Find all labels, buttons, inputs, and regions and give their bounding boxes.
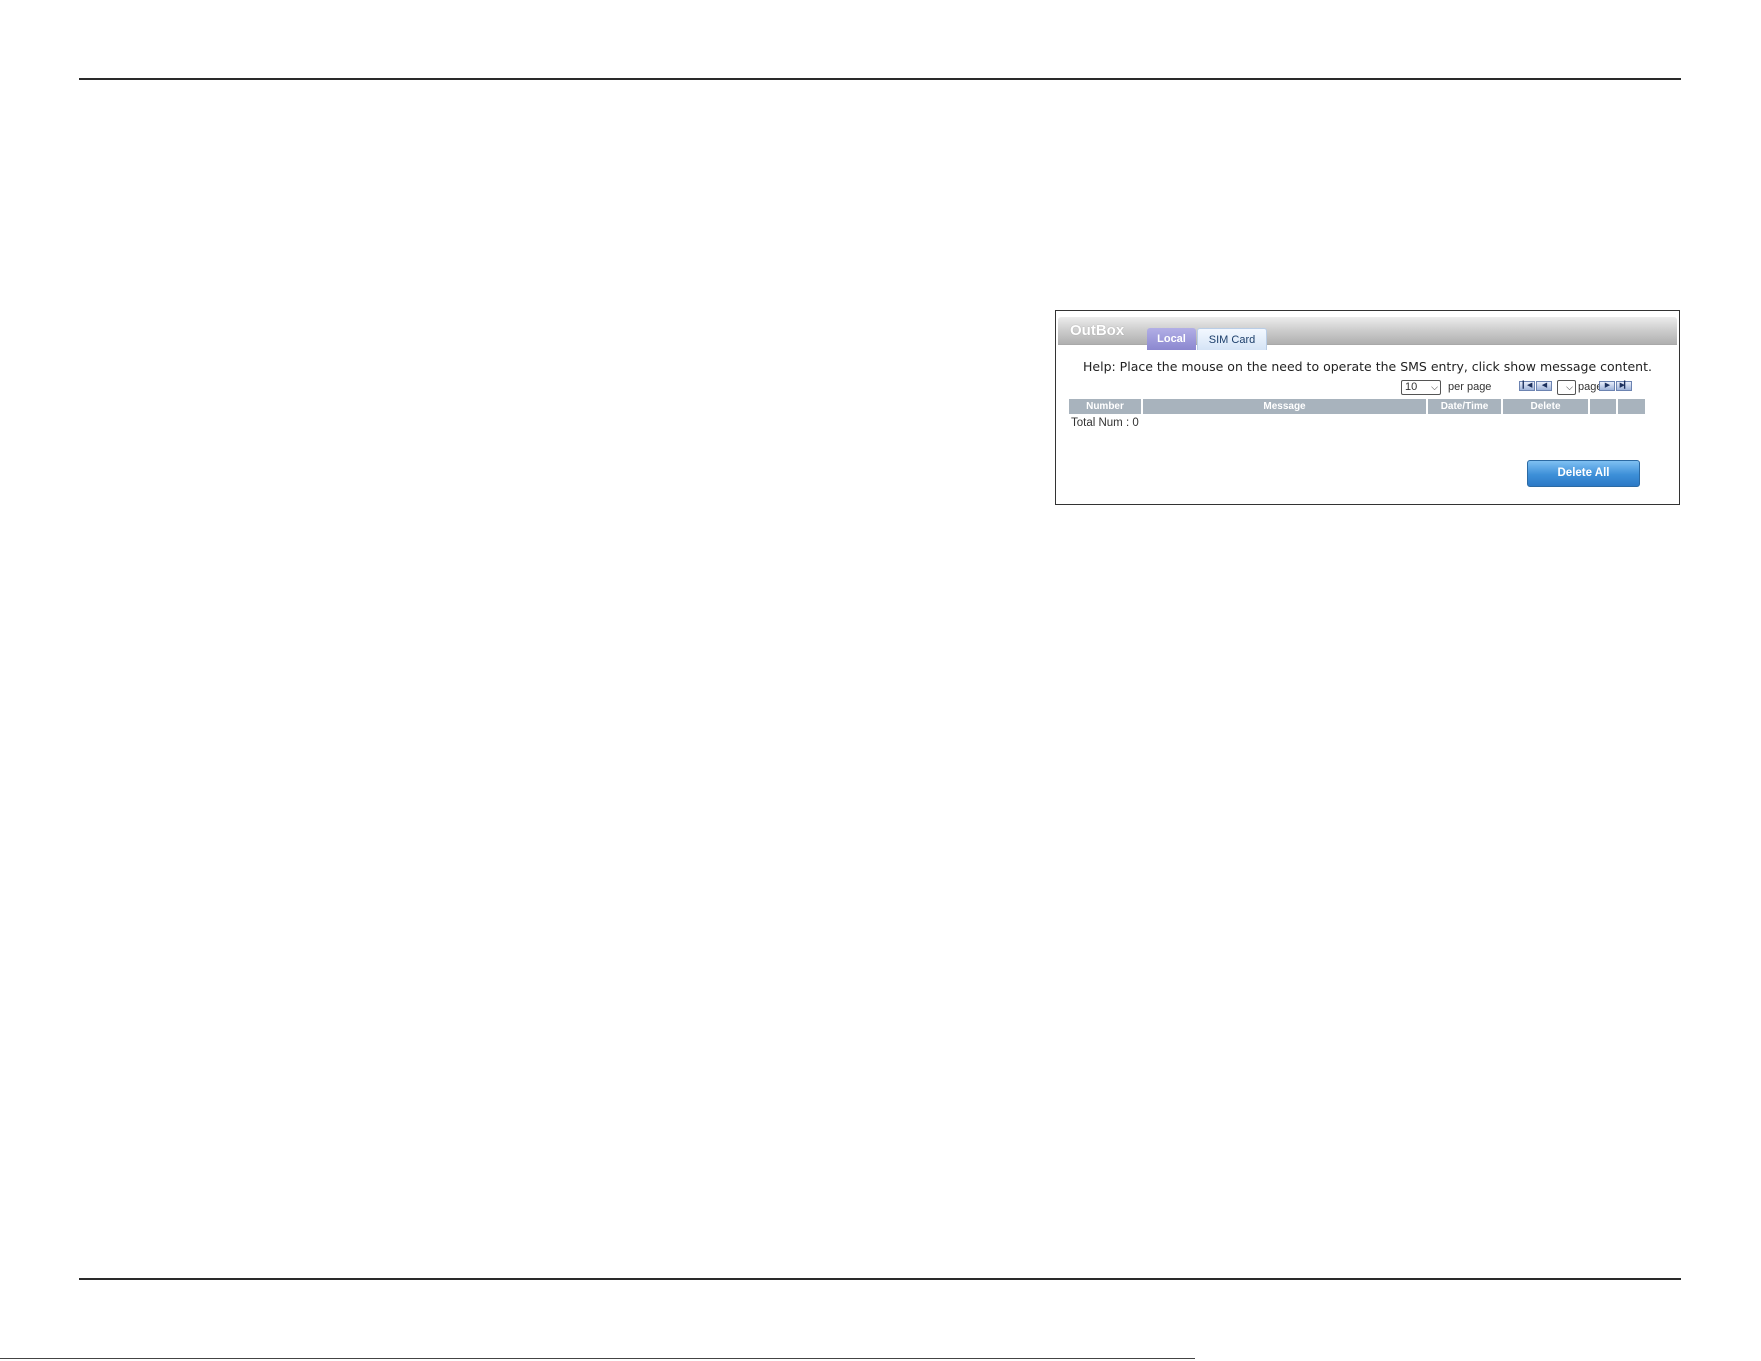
chevron-down-icon: ⌵ [1566,382,1573,392]
footer-rule [0,1358,1195,1359]
outbox-tab-bar: OutBox Local SIM Card [1058,317,1677,350]
page-select[interactable]: ⌵ [1557,380,1576,395]
first-page-icon[interactable]: ▎◀ [1519,381,1535,391]
chevron-down-icon: ⌵ [1431,382,1438,392]
column-header-extra-2 [1618,399,1645,414]
delete-all-button[interactable]: Delete All [1527,460,1640,487]
last-page-icon[interactable]: ▶▎ [1616,381,1632,391]
per-page-select[interactable]: 10 ⌵ [1401,380,1441,395]
pager: 10 ⌵ per page ▎◀ ◀ ⌵ page ▶ ▶▎ [1401,380,1671,397]
total-count: Total Num : 0 [1071,417,1139,429]
column-header-number[interactable]: Number [1069,399,1141,414]
column-header-message[interactable]: Message [1143,399,1426,414]
tab-local[interactable]: Local [1147,328,1196,350]
help-text: Help: Place the mouse on the need to ope… [1083,359,1652,374]
per-page-value: 10 [1405,381,1418,393]
per-page-label: per page [1448,381,1492,393]
prev-page-icon[interactable]: ◀ [1536,381,1552,391]
sms-table-header: Number Message Date/Time Delete [1069,399,1667,414]
column-header-delete[interactable]: Delete [1503,399,1588,414]
top-rule [79,78,1681,80]
bottom-rule [79,1278,1681,1280]
next-page-icon[interactable]: ▶ [1599,381,1615,391]
tab-sim-card[interactable]: SIM Card [1197,328,1267,350]
panel-title: OutBox [1070,322,1125,339]
column-header-extra-1 [1590,399,1616,414]
column-header-date-time[interactable]: Date/Time [1428,399,1501,414]
outbox-panel: OutBox Local SIM Card Help: Place the mo… [1055,310,1680,505]
